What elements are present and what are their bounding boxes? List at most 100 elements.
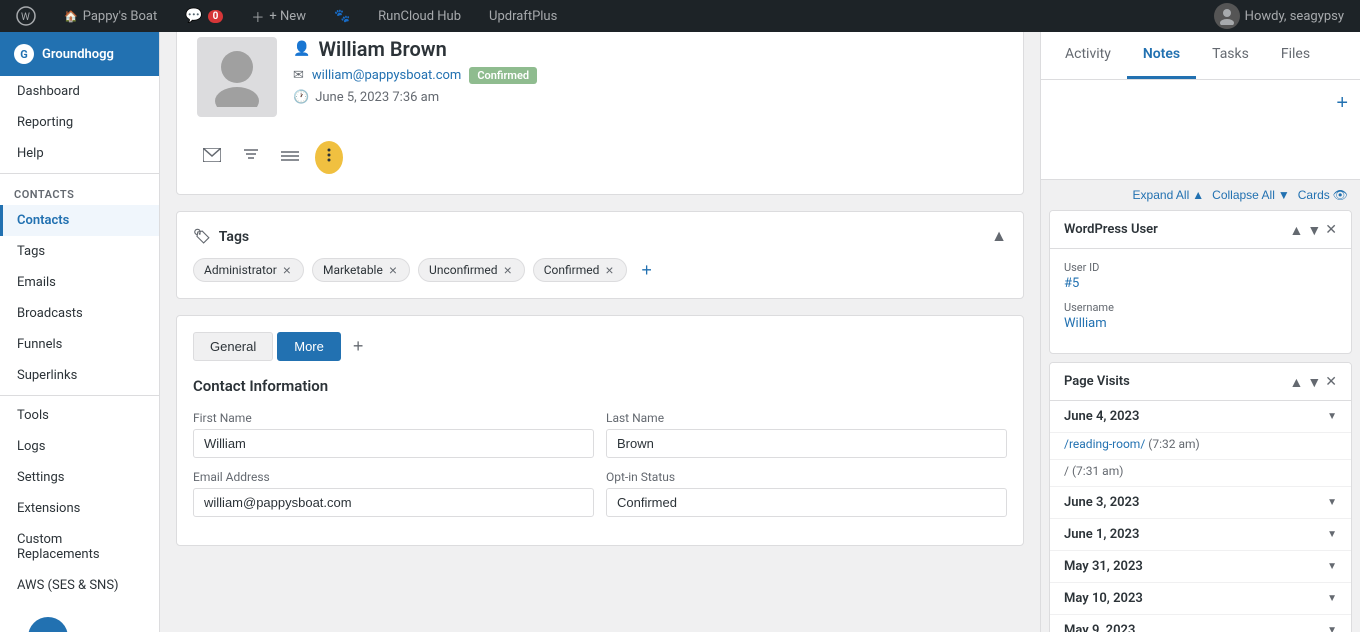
visit-date-may31[interactable]: May 31, 2023 ▼ [1050, 551, 1351, 583]
card-down-btn[interactable]: ▼ [1307, 221, 1321, 238]
sidebar-item-broadcasts[interactable]: Broadcasts [0, 298, 159, 329]
sidebar-item-logs[interactable]: Logs [0, 431, 159, 462]
visit-date-june3[interactable]: June 3, 2023 ▼ [1050, 487, 1351, 519]
tab-files[interactable]: Files [1265, 32, 1326, 79]
plus-icon: ＋ [251, 7, 264, 26]
adminbar-updraftplus[interactable]: UpdraftPlus [483, 0, 563, 32]
contacts-section-title: Contacts [0, 178, 159, 205]
sidebar-item-tools[interactable]: Tools [0, 400, 159, 431]
first-name-group: First Name [193, 411, 594, 458]
card-close-btn[interactable]: ✕ [1325, 221, 1337, 238]
tags-collapse-btn[interactable]: ▲ [991, 228, 1007, 246]
sidebar-item-settings[interactable]: Settings [0, 462, 159, 493]
comment-count: 0 [208, 10, 224, 23]
email-address-input[interactable] [193, 488, 594, 517]
sidebar-item-superlinks[interactable]: Superlinks [0, 360, 159, 391]
tab-general[interactable]: General [193, 332, 273, 361]
tab-activity[interactable]: Activity [1049, 32, 1127, 79]
filter-action-btn[interactable] [237, 142, 265, 173]
visit-url-reading-room[interactable]: /reading-room/ [1064, 437, 1145, 451]
comment-icon: 💬 [185, 8, 202, 24]
card-up-btn[interactable]: ▲ [1290, 221, 1304, 238]
visit-date-may10[interactable]: May 10, 2023 ▼ [1050, 583, 1351, 615]
tab-more[interactable]: More [277, 332, 341, 361]
sidebar-item-aws[interactable]: AWS (SES & SNS) [0, 570, 159, 601]
last-name-input[interactable] [606, 429, 1007, 458]
more-action-btn[interactable] [315, 141, 343, 174]
adminbar-right: Howdy, seagypsy [1208, 0, 1350, 32]
notification-count[interactable]: 0 [28, 617, 68, 632]
tag-remove-administrator[interactable]: × [281, 263, 293, 277]
page-visits-close-btn[interactable]: ✕ [1325, 373, 1337, 390]
email-action-btn[interactable] [197, 142, 227, 173]
user-id-label: User ID [1064, 261, 1337, 274]
visit-detail-root: / (7:31 am) [1050, 460, 1351, 487]
collapse-all-btn[interactable]: Collapse All ▼ [1212, 188, 1290, 202]
visit-url-root[interactable]: / [1064, 464, 1072, 478]
contact-card: 👤 William Brown ✉ william@pappysboat.com… [176, 16, 1024, 195]
adminbar-groundhogg[interactable]: 🐾 [328, 0, 356, 32]
page-visits-controls: ▲ ▼ ✕ [1290, 373, 1337, 390]
updraft-label: UpdraftPlus [489, 9, 557, 24]
runcloud-label: RunCloud Hub [378, 9, 461, 24]
sidebar-item-help[interactable]: Help [0, 138, 159, 169]
contact-header: 👤 William Brown ✉ william@pappysboat.com… [197, 37, 1003, 117]
tag-chip-unconfirmed: Unconfirmed × [418, 258, 525, 282]
adminbar-site-name[interactable]: 🏠 Pappy's Boat [58, 0, 163, 32]
first-name-label: First Name [193, 411, 594, 425]
cards-eye-icon: 👁 [1333, 188, 1348, 202]
sidebar-item-extensions[interactable]: Extensions [0, 493, 159, 524]
admin-bar: W 🏠 Pappy's Boat 💬 0 ＋ + New 🐾 RunCloud … [0, 0, 1360, 32]
sidebar-item-emails[interactable]: Emails [0, 267, 159, 298]
visit-date-may9[interactable]: May 9, 2023 ▼ [1050, 615, 1351, 632]
chevron-may9: ▼ [1327, 625, 1337, 632]
visit-date-june4[interactable]: June 4, 2023 ▼ [1050, 401, 1351, 433]
cards-btn[interactable]: Cards 👁 [1298, 188, 1348, 202]
sidebar-item-funnels[interactable]: Funnels [0, 329, 159, 360]
adminbar-wordpress-logo[interactable]: W [10, 0, 42, 32]
page-visits-up-btn[interactable]: ▲ [1290, 373, 1304, 390]
tab-tasks[interactable]: Tasks [1196, 32, 1265, 79]
adminbar-user[interactable]: Howdy, seagypsy [1208, 0, 1350, 32]
email-optin-row: Email Address Opt-in Status [193, 470, 1007, 517]
page-visits-down-btn[interactable]: ▼ [1307, 373, 1321, 390]
wordpress-user-card-header: WordPress User ▲ ▼ ✕ [1050, 211, 1351, 249]
email-address-label: Email Address [193, 470, 594, 484]
expand-all-btn[interactable]: Expand All ▲ [1133, 188, 1205, 202]
sidebar-item-reporting[interactable]: Reporting [0, 107, 159, 138]
list-action-btn[interactable] [275, 143, 305, 173]
tag-remove-marketable[interactable]: × [387, 263, 399, 277]
clock-icon: 🕐 [293, 90, 309, 105]
site-name-icon: 🏠 [64, 10, 78, 23]
visit-date-june1[interactable]: June 1, 2023 ▼ [1050, 519, 1351, 551]
tab-notes[interactable]: Notes [1127, 32, 1196, 79]
howdy-text: Howdy, seagypsy [1245, 9, 1344, 24]
adminbar-comments[interactable]: 💬 0 [179, 0, 229, 32]
sidebar-item-contacts[interactable]: Contacts [0, 205, 159, 236]
sidebar-brand[interactable]: G Groundhogg [0, 32, 159, 76]
adminbar-runcloud[interactable]: RunCloud Hub [372, 0, 467, 32]
tag-chip-confirmed: Confirmed × [533, 258, 627, 282]
page-visits-card: Page Visits ▲ ▼ ✕ June 4, 2023 ▼ /readin… [1049, 362, 1352, 632]
chevron-june4: ▼ [1327, 411, 1337, 422]
sidebar-item-custom-replacements[interactable]: Custom Replacements [0, 524, 159, 570]
wordpress-user-card: WordPress User ▲ ▼ ✕ User ID #5 Username… [1049, 210, 1352, 354]
first-name-input[interactable] [193, 429, 594, 458]
wordpress-icon: W [16, 6, 36, 26]
contact-email-link[interactable]: william@pappysboat.com [312, 68, 461, 83]
tag-remove-confirmed[interactable]: × [603, 263, 615, 277]
username-label: Username [1064, 301, 1337, 314]
contact-date-row: 🕐 June 5, 2023 7:36 am [293, 90, 1003, 105]
adminbar-new[interactable]: ＋ + New [245, 0, 312, 32]
add-tab-btn[interactable]: + [345, 332, 372, 361]
sidebar-item-dashboard[interactable]: Dashboard [0, 76, 159, 107]
optin-input[interactable] [606, 488, 1007, 517]
tag-remove-unconfirmed[interactable]: × [502, 263, 514, 277]
sidebar-item-tags[interactable]: Tags [0, 236, 159, 267]
add-note-btn[interactable]: + [1336, 92, 1348, 115]
last-name-label: Last Name [606, 411, 1007, 425]
person-icon: 👤 [293, 41, 310, 57]
add-tag-btn[interactable]: + [635, 258, 659, 282]
contact-date: June 5, 2023 7:36 am [315, 90, 439, 105]
user-id-row: User ID #5 [1064, 261, 1337, 291]
